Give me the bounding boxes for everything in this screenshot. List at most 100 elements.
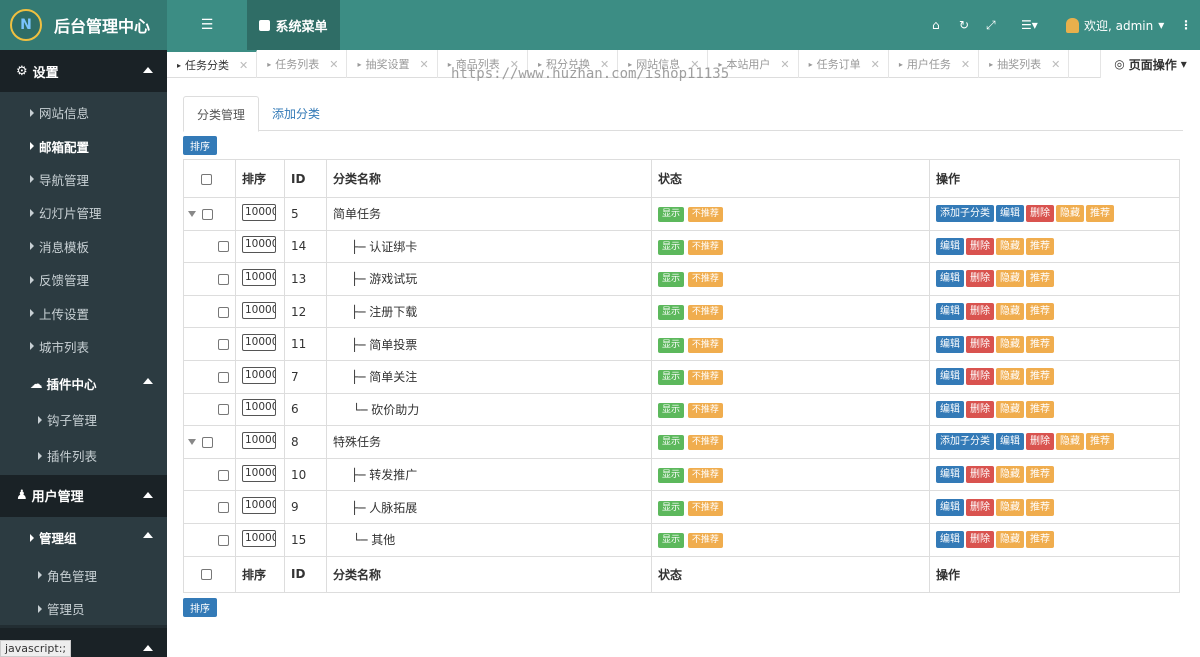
hide-button[interactable]: 隐藏 bbox=[996, 498, 1024, 516]
recommend-button[interactable]: 推荐 bbox=[1026, 400, 1054, 418]
sidebar-item-plugin-list[interactable]: 插件列表 bbox=[0, 436, 167, 475]
edit-button[interactable]: 编辑 bbox=[996, 433, 1024, 451]
user-menu[interactable]: 欢迎, admin ▾ bbox=[1066, 0, 1164, 50]
close-icon[interactable]: ✕ bbox=[1051, 58, 1060, 71]
edit-button[interactable]: 编辑 bbox=[936, 531, 964, 549]
recommend-button[interactable]: 推荐 bbox=[1086, 433, 1114, 451]
status-show-badge[interactable]: 显示 bbox=[658, 272, 685, 288]
sort-input[interactable]: 10000 bbox=[242, 334, 276, 352]
row-checkbox[interactable] bbox=[202, 208, 213, 220]
close-icon[interactable]: ✕ bbox=[239, 59, 248, 72]
status-not-recommended-badge[interactable]: 不推荐 bbox=[687, 370, 723, 386]
row-checkbox[interactable] bbox=[218, 241, 229, 253]
hide-button[interactable]: 隐藏 bbox=[996, 335, 1024, 353]
tab-task-category[interactable]: ▸ 任务分类 ✕ bbox=[167, 50, 258, 78]
delete-button[interactable]: 删除 bbox=[966, 368, 994, 386]
recommend-button[interactable]: 推荐 bbox=[1086, 205, 1114, 223]
recommend-button[interactable]: 推荐 bbox=[1026, 270, 1054, 288]
edit-button[interactable]: 编辑 bbox=[936, 335, 964, 353]
delete-button[interactable]: 删除 bbox=[1026, 205, 1054, 223]
sidebar-item-upload[interactable]: 上传设置 bbox=[0, 296, 167, 330]
delete-button[interactable]: 删除 bbox=[966, 270, 994, 288]
delete-button[interactable]: 删除 bbox=[966, 498, 994, 516]
expand-arrow-icon[interactable] bbox=[188, 211, 196, 218]
sidebar-group-plugins[interactable]: ☁ 插件中心 bbox=[0, 363, 167, 404]
edit-button[interactable]: 编辑 bbox=[996, 205, 1024, 223]
edit-button[interactable]: 编辑 bbox=[936, 498, 964, 516]
status-not-recommended-badge[interactable]: 不推荐 bbox=[687, 239, 723, 255]
edit-button[interactable]: 编辑 bbox=[936, 400, 964, 418]
delete-button[interactable]: 删除 bbox=[966, 303, 994, 321]
status-not-recommended-badge[interactable]: 不推荐 bbox=[687, 533, 723, 549]
close-icon[interactable]: ✕ bbox=[329, 58, 338, 71]
sidebar-item-nav[interactable]: 导航管理 bbox=[0, 162, 167, 197]
recommend-button[interactable]: 推荐 bbox=[1026, 368, 1054, 386]
close-icon[interactable]: ✕ bbox=[419, 58, 428, 71]
recommend-button[interactable]: 推荐 bbox=[1026, 466, 1054, 484]
hide-button[interactable]: 隐藏 bbox=[1056, 433, 1084, 451]
sidebar-head-settings[interactable]: ⚙ 设置 bbox=[0, 50, 167, 92]
sort-input[interactable]: 10000 bbox=[242, 203, 276, 221]
row-checkbox[interactable] bbox=[202, 436, 213, 448]
logo[interactable]: N 后台管理中心 bbox=[0, 0, 167, 50]
status-not-recommended-badge[interactable]: 不推荐 bbox=[687, 207, 723, 223]
status-not-recommended-badge[interactable]: 不推荐 bbox=[687, 272, 723, 288]
row-checkbox[interactable] bbox=[218, 502, 229, 514]
sort-button-bottom[interactable]: 排序 bbox=[183, 597, 217, 617]
sort-input[interactable]: 10000 bbox=[242, 236, 276, 254]
sort-input[interactable]: 10000 bbox=[242, 301, 276, 319]
expand-arrow-icon[interactable] bbox=[188, 439, 196, 446]
status-show-badge[interactable]: 显示 bbox=[658, 500, 685, 516]
hide-button[interactable]: 隐藏 bbox=[996, 466, 1024, 484]
status-show-badge[interactable]: 显示 bbox=[658, 435, 685, 451]
tab-lottery-settings[interactable]: ▸ 抽奖设置 ✕ bbox=[347, 50, 438, 78]
menu-toggle-icon[interactable]: ☰ bbox=[167, 0, 247, 50]
tab-task-orders[interactable]: ▸ 任务订单 ✕ bbox=[799, 50, 889, 78]
home-icon[interactable]: ⌂ bbox=[932, 0, 940, 50]
hide-button[interactable]: 隐藏 bbox=[996, 270, 1024, 288]
tab-task-list[interactable]: ▸ 任务列表 ✕ bbox=[257, 50, 348, 78]
add-subcategory-button[interactable]: 添加子分类 bbox=[936, 433, 994, 451]
edit-button[interactable]: 编辑 bbox=[936, 368, 964, 386]
row-checkbox[interactable] bbox=[218, 273, 229, 285]
sort-input[interactable]: 10000 bbox=[242, 497, 276, 515]
row-checkbox[interactable] bbox=[218, 339, 229, 351]
delete-button[interactable]: 删除 bbox=[966, 400, 994, 418]
status-show-badge[interactable]: 显示 bbox=[658, 370, 685, 386]
recommend-button[interactable]: 推荐 bbox=[1026, 498, 1054, 516]
recommend-button[interactable]: 推荐 bbox=[1026, 335, 1054, 353]
recommend-button[interactable]: 推荐 bbox=[1026, 237, 1054, 255]
delete-button[interactable]: 删除 bbox=[966, 237, 994, 255]
select-all-checkbox[interactable] bbox=[201, 569, 212, 581]
sidebar-group-managers[interactable]: 管理组 bbox=[0, 516, 167, 559]
status-show-badge[interactable]: 显示 bbox=[658, 533, 685, 549]
hide-button[interactable]: 隐藏 bbox=[1056, 205, 1084, 223]
delete-button[interactable]: 删除 bbox=[1026, 433, 1054, 451]
sort-input[interactable]: 10000 bbox=[242, 529, 276, 547]
sort-input[interactable]: 10000 bbox=[242, 366, 276, 384]
status-show-badge[interactable]: 显示 bbox=[658, 337, 685, 353]
status-not-recommended-badge[interactable]: 不推荐 bbox=[687, 305, 723, 321]
sort-input[interactable]: 10000 bbox=[242, 431, 276, 449]
edit-button[interactable]: 编辑 bbox=[936, 270, 964, 288]
tab-lottery-list[interactable]: ▸ 抽奖列表 ✕ bbox=[979, 50, 1070, 78]
sort-button-top[interactable]: 排序 bbox=[183, 136, 217, 155]
sidebar-item-site-info[interactable]: 网站信息 bbox=[0, 96, 167, 130]
delete-button[interactable]: 删除 bbox=[966, 335, 994, 353]
close-icon[interactable]: ✕ bbox=[961, 58, 970, 71]
refresh-icon[interactable]: ↻ bbox=[959, 0, 969, 50]
delete-button[interactable]: 删除 bbox=[966, 466, 994, 484]
sidebar-head-users[interactable]: ♟ 用户管理 bbox=[0, 474, 167, 517]
status-not-recommended-badge[interactable]: 不推荐 bbox=[687, 435, 723, 451]
row-checkbox[interactable] bbox=[218, 404, 229, 416]
sidebar-item-admins[interactable]: 管理员 bbox=[0, 591, 167, 626]
edit-button[interactable]: 编辑 bbox=[936, 303, 964, 321]
hide-button[interactable]: 隐藏 bbox=[996, 531, 1024, 549]
close-icon[interactable]: ✕ bbox=[780, 58, 789, 71]
recommend-button[interactable]: 推荐 bbox=[1026, 531, 1054, 549]
row-checkbox[interactable] bbox=[218, 534, 229, 546]
status-show-badge[interactable]: 显示 bbox=[658, 468, 685, 484]
sidebar-item-feedback[interactable]: 反馈管理 bbox=[0, 262, 167, 297]
sidebar-item-roles[interactable]: 角色管理 bbox=[0, 558, 167, 592]
delete-button[interactable]: 删除 bbox=[966, 531, 994, 549]
